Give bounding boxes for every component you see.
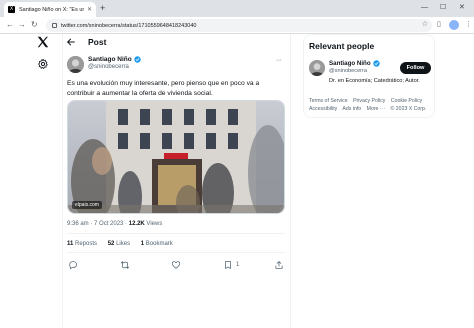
forward-icon[interactable]: → (18, 20, 26, 30)
menu-icon[interactable]: ⋮ (465, 20, 472, 30)
page-title: Post (88, 37, 107, 47)
share-icon (275, 261, 283, 269)
browser-tabbar: X Santiago Niño on X: "Es una ev ✕ + — ☐… (0, 0, 474, 17)
x-logo-icon[interactable] (36, 35, 50, 49)
main-column-right-border (290, 34, 291, 328)
share-button[interactable] (274, 259, 284, 271)
browser-tab[interactable]: X Santiago Niño on X: "Es una ev ✕ (4, 2, 96, 17)
tweet-date[interactable]: 7 Oct 2023 (94, 221, 123, 227)
avatar-photo (67, 56, 84, 73)
footer-link-terms[interactable]: Terms of Service (309, 98, 348, 104)
maximize-icon[interactable]: ☐ (440, 3, 446, 13)
likes-stat[interactable]: 52 Likes (108, 241, 130, 247)
tab-close-icon[interactable]: ✕ (87, 6, 92, 13)
address-bar[interactable]: twitter.com/sninobecerra/status/17105596… (46, 19, 432, 32)
divider (67, 252, 285, 253)
site-info-icon[interactable] (52, 23, 57, 28)
verified-badge-icon (372, 60, 380, 67)
bookmark-button[interactable]: 1 (223, 259, 239, 271)
relevant-person-handle[interactable]: @sninobecerra (329, 68, 367, 74)
reload-icon[interactable]: ↻ (31, 20, 38, 30)
star-icon[interactable]: ☆ (422, 20, 428, 28)
bookmarks-label: Bookmark (145, 241, 173, 247)
window-close-icon[interactable]: ✕ (459, 3, 465, 13)
reply-icon (69, 261, 77, 270)
more-options-icon[interactable]: ··· (276, 57, 282, 64)
footer-links: Terms of Service Privacy Policy Cookie P… (309, 97, 437, 113)
relevant-person-name[interactable]: Santiago Niño (329, 60, 380, 67)
reply-button[interactable] (68, 259, 78, 271)
tweet-media-image[interactable]: elpais.com (67, 100, 285, 214)
reposts-count: 11 (67, 241, 74, 247)
profile-icon[interactable] (449, 20, 459, 30)
author-name[interactable]: Santiago Niño (88, 56, 141, 63)
url-text: twitter.com/sninobecerra/status/17105596… (61, 22, 197, 29)
bookmarks-count: 1 (140, 241, 145, 247)
likes-label: Likes (116, 241, 131, 247)
relevant-people-title: Relevant people (309, 41, 375, 51)
heart-icon (171, 261, 181, 269)
tweet-text: Es una evolución muy interesante, pero p… (67, 80, 260, 97)
divider (67, 233, 285, 234)
main-column-left-border (62, 34, 63, 328)
footer-link-more[interactable]: More ··· (367, 106, 385, 112)
relevant-person-name-text[interactable]: Santiago Niño (329, 60, 371, 67)
views-count: 12.2K (128, 221, 145, 227)
sidepanel-icon[interactable]: ▯ (437, 20, 441, 30)
bookmarks-stat[interactable]: 1 Bookmark (141, 241, 173, 247)
follow-button[interactable]: Follow (400, 62, 431, 74)
verified-badge-icon (133, 56, 141, 63)
minimize-icon[interactable]: — (421, 3, 428, 13)
footer-link-ads-info[interactable]: Ads info (342, 106, 361, 112)
tab-title: Santiago Niño on X: "Es una ev (19, 6, 84, 13)
reposts-stat[interactable]: 11 Reposts (67, 241, 97, 247)
relevant-person-avatar[interactable] (309, 60, 325, 76)
media-source-label: elpais.com (72, 201, 102, 209)
likes-count: 52 (107, 241, 115, 247)
bookmark-icon (225, 261, 231, 269)
gear-icon[interactable] (37, 58, 49, 70)
repost-button[interactable] (120, 259, 130, 271)
like-button[interactable] (171, 259, 181, 271)
footer-link-privacy[interactable]: Privacy Policy (353, 98, 385, 104)
footer-link-accessibility[interactable]: Accessibility (309, 106, 337, 112)
avatar-photo (309, 60, 325, 76)
back-icon[interactable]: ← (6, 20, 14, 30)
relevant-person-bio: Dr. en Economía; Catedrático; Autor. (329, 78, 420, 84)
street-photo (68, 101, 284, 213)
reposts-label: Reposts (75, 241, 98, 247)
author-handle[interactable]: @sninobecerra (88, 64, 129, 70)
tweet-time[interactable]: 9:36 am (67, 221, 89, 227)
browser-toolbar: ← → ↻ twitter.com/sninobecerra/status/17… (0, 17, 474, 34)
footer-link-cookies[interactable]: Cookie Policy (391, 98, 422, 104)
x-favicon-icon: X (8, 6, 15, 13)
new-tab-icon[interactable]: + (100, 3, 105, 13)
bookmark-action-count: 1 (236, 262, 240, 268)
back-arrow-icon[interactable] (66, 37, 76, 47)
repost-icon (120, 261, 130, 269)
tweet-stats: 11 Reposts 52 Likes 1 Bookmark (67, 241, 182, 247)
avatar[interactable] (67, 56, 84, 73)
author-name-text[interactable]: Santiago Niño (88, 56, 132, 63)
footer-copyright: © 2023 X Corp. (390, 106, 427, 112)
views-label: Views (146, 221, 163, 227)
tweet-meta: 9:36 am · 7 Oct 2023 · 12.2K Views (67, 221, 163, 227)
